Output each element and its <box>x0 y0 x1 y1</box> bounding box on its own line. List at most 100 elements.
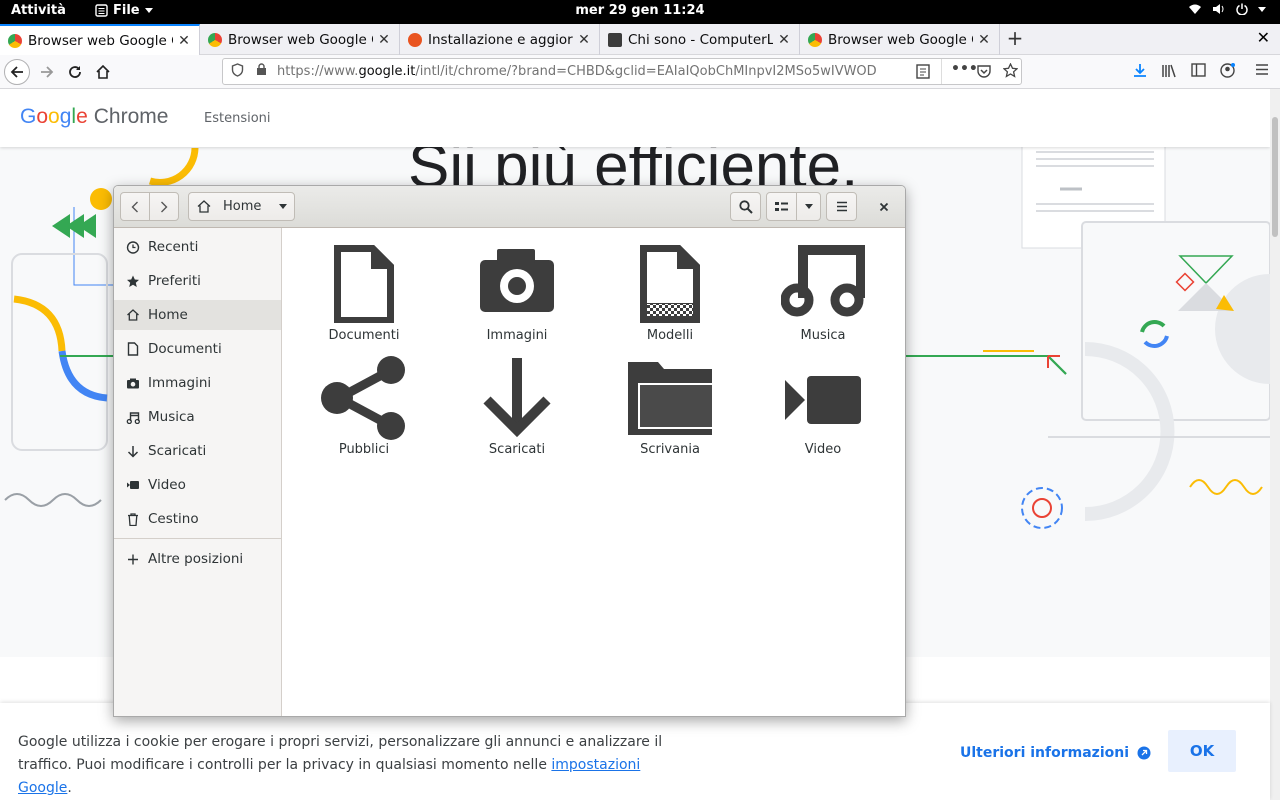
close-icon[interactable]: ✕ <box>977 32 991 48</box>
browser-tab[interactable]: Browser web Google C ✕ <box>800 24 1000 55</box>
view-mode-button[interactable] <box>766 192 797 221</box>
view-options-button[interactable] <box>796 192 821 221</box>
sidebar-item-downloads[interactable]: Scaricati <box>114 436 281 466</box>
chevron-down-icon <box>804 204 813 209</box>
sidebar-item-videos[interactable]: Video <box>114 470 281 500</box>
document-icon <box>127 342 139 356</box>
tab-title: Browser web Google C <box>228 31 373 48</box>
camera-folder-icon <box>480 249 554 312</box>
browser-tab[interactable]: Browser web Google C ✕ <box>200 24 400 55</box>
google-chrome-logo[interactable]: Google Chrome <box>20 105 168 129</box>
chrome-icon <box>208 32 222 47</box>
close-icon[interactable]: ✕ <box>377 32 391 48</box>
site-header: Google Chrome Estensioni <box>0 89 1270 147</box>
page-icon <box>608 32 622 47</box>
close-icon[interactable]: ✕ <box>177 33 191 49</box>
clock[interactable]: mer 29 gen 11:24 <box>0 3 1280 18</box>
close-icon[interactable]: ✕ <box>577 32 591 48</box>
url-bar[interactable]: https://www.google.it/intl/it/chrome/?br… <box>222 58 1022 85</box>
download-folder-icon <box>483 358 551 438</box>
sidebar-icon[interactable] <box>1191 63 1206 82</box>
folder-item[interactable]: Musica <box>761 242 885 354</box>
window-close-button[interactable]: ✕ <box>1257 28 1270 47</box>
sidebar-item-recent[interactable]: Recenti <box>114 232 281 262</box>
page-scrollbar[interactable] <box>1270 89 1280 800</box>
cookie-ok-button[interactable]: OK <box>1168 730 1236 772</box>
sidebar-item-home[interactable]: Home <box>114 300 281 330</box>
folder-item[interactable]: Video <box>761 354 885 466</box>
sidebar-item-pictures[interactable]: Immagini <box>114 368 281 398</box>
sidebar-item-starred[interactable]: Preferiti <box>114 266 281 296</box>
activities-button[interactable]: Attività <box>11 3 66 18</box>
location-button[interactable]: Home <box>188 192 295 221</box>
back-button[interactable] <box>4 59 30 85</box>
pocket-icon[interactable] <box>977 64 991 82</box>
sidebar-item-documents[interactable]: Documenti <box>114 334 281 364</box>
home-button[interactable] <box>90 59 116 85</box>
folder-item[interactable]: Scrivania <box>608 354 732 466</box>
url-text: https://www.google.it/intl/it/chrome/?br… <box>277 64 877 79</box>
chevron-down-icon <box>279 204 288 209</box>
tab-title: Browser web Google C <box>828 31 973 48</box>
forward-button[interactable] <box>34 59 60 85</box>
folder-item[interactable]: Documenti <box>302 242 426 354</box>
sidebar-item-label: Cestino <box>148 511 199 527</box>
sidebar-item-other-locations[interactable]: Altre posizioni <box>114 544 281 574</box>
page-actions-icon[interactable]: ••• <box>951 61 978 77</box>
search-button[interactable] <box>730 192 761 221</box>
folder-item[interactable]: Immagini <box>455 242 579 354</box>
more-info-link[interactable]: Ulteriori informazioni <box>960 745 1151 761</box>
volume-icon <box>1213 4 1224 14</box>
library-icon[interactable] <box>1161 63 1177 82</box>
app-menu[interactable]: File <box>95 3 153 18</box>
chevron-left-icon <box>131 201 138 212</box>
account-icon[interactable] <box>1220 63 1235 82</box>
video-icon <box>127 481 139 489</box>
folder-item[interactable]: Pubblici <box>302 354 426 466</box>
music-icon <box>126 411 140 424</box>
sidebar-item-trash[interactable]: Cestino <box>114 504 281 534</box>
gnome-top-bar: Attività File mer 29 gen 11:24 <box>0 0 1280 24</box>
sidebar-item-label: Home <box>148 307 188 323</box>
power-icon <box>1236 3 1248 15</box>
ubuntu-icon <box>408 32 422 47</box>
sidebar-item-label: Altre posizioni <box>148 551 244 567</box>
sidebar-divider <box>114 538 281 539</box>
downloads-icon[interactable] <box>1133 63 1147 82</box>
document-folder-icon <box>334 245 394 323</box>
hamburger-menu-icon[interactable] <box>1255 63 1269 82</box>
close-icon[interactable]: ✕ <box>777 32 791 48</box>
reload-button[interactable] <box>62 59 88 85</box>
chevron-down-icon <box>144 8 153 13</box>
lock-icon[interactable] <box>256 63 267 80</box>
folder-label: Immagini <box>486 328 548 343</box>
app-menu-label: File <box>113 3 140 18</box>
scrollbar-thumb[interactable] <box>1272 117 1278 237</box>
menu-button[interactable] <box>826 192 857 221</box>
close-button[interactable] <box>872 196 896 218</box>
folder-item[interactable]: Modelli <box>608 242 732 354</box>
home-icon <box>127 309 139 321</box>
tab-title: Browser web Google C <box>28 32 173 49</box>
shield-icon[interactable] <box>231 62 244 81</box>
browser-tab[interactable]: Installazione e aggiorn ✕ <box>400 24 600 55</box>
system-tray[interactable] <box>1188 3 1266 15</box>
external-link-icon <box>1137 746 1151 760</box>
location-label: Home <box>223 199 262 214</box>
reader-view-icon[interactable] <box>916 64 930 83</box>
browser-tab[interactable]: Browser web Google C ✕ <box>0 24 200 55</box>
new-tab-button[interactable]: + <box>1004 24 1026 55</box>
tab-title: Installazione e aggiorn <box>428 31 573 48</box>
sidebar-item-music[interactable]: Musica <box>114 402 281 432</box>
bookmark-star-icon[interactable] <box>1002 62 1019 82</box>
sidebar-item-label: Preferiti <box>148 273 201 289</box>
folder-item[interactable]: Scaricati <box>455 354 579 466</box>
nav-extensions-link[interactable]: Estensioni <box>204 111 271 126</box>
back-button[interactable] <box>120 192 150 221</box>
list-view-icon <box>775 201 788 211</box>
chrome-icon <box>8 33 22 48</box>
browser-tab[interactable]: Chi sono - ComputerLe ✕ <box>600 24 800 55</box>
forward-button[interactable] <box>149 192 179 221</box>
folder-label: Video <box>804 442 842 457</box>
folder-label: Modelli <box>646 328 694 343</box>
